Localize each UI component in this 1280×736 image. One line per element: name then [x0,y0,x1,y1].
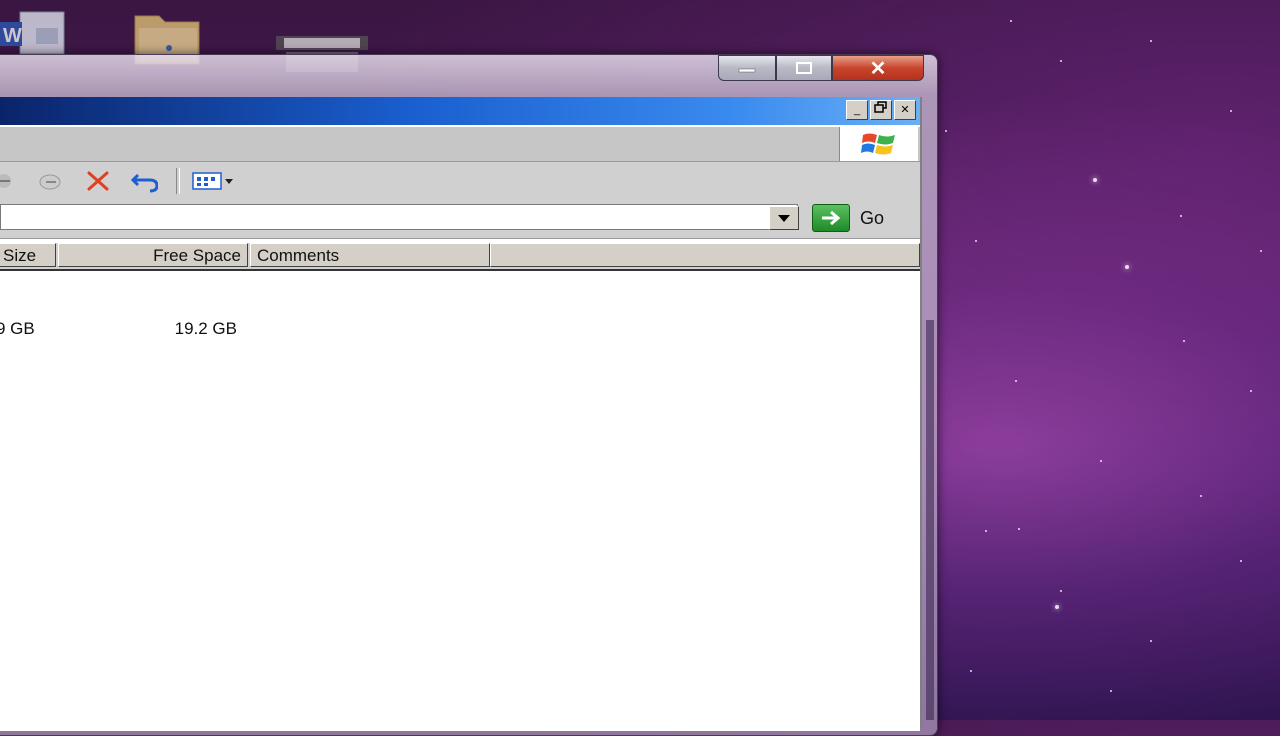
undo-icon[interactable] [130,168,158,194]
cell-size: 9 GB [0,319,35,338]
go-button[interactable]: Go [812,204,894,232]
go-arrow-icon [812,204,850,232]
column-header-size[interactable]: Size [0,243,56,267]
minimize-button[interactable]: _ [846,100,868,120]
restore-button[interactable] [870,100,892,120]
address-input[interactable] [0,204,798,230]
inner-caption-buttons: _ ✕ [846,100,916,120]
toolbar-separator [176,168,180,194]
title-bar[interactable]: _ ✕ [0,97,920,125]
svg-text:W: W [3,25,22,47]
delete-icon[interactable] [84,168,112,194]
windows-logo-icon [839,127,918,161]
column-header-empty [490,243,920,267]
explorer-window: _ ✕ Go Size Free Space Comments 9 GB 19.… [0,97,922,731]
views-icon[interactable] [190,168,236,194]
close-button[interactable]: ✕ [894,100,916,120]
outer-window-edge [926,320,934,720]
column-header-comments[interactable]: Comments [250,243,490,267]
column-header-row: Size Free Space Comments [0,243,920,271]
file-list[interactable]: 9 GB 19.2 GB [0,271,920,731]
outer-maximize-button[interactable] [776,55,832,81]
outer-close-button[interactable]: ✕ [832,55,924,81]
toolbar [0,162,920,201]
move-to-icon[interactable] [0,168,20,194]
word-document-icon[interactable]: W [0,8,68,56]
cell-free-space: 19.2 GB [174,319,237,338]
menu-bar [0,127,920,162]
address-dropdown-button[interactable] [769,206,799,230]
go-label: Go [860,207,885,228]
column-header-free-space[interactable]: Free Space [58,243,248,267]
address-bar: Go [0,200,920,239]
copy-to-icon[interactable] [36,168,64,194]
outer-minimize-button[interactable] [718,55,776,81]
outer-caption-buttons: ✕ [718,55,924,81]
